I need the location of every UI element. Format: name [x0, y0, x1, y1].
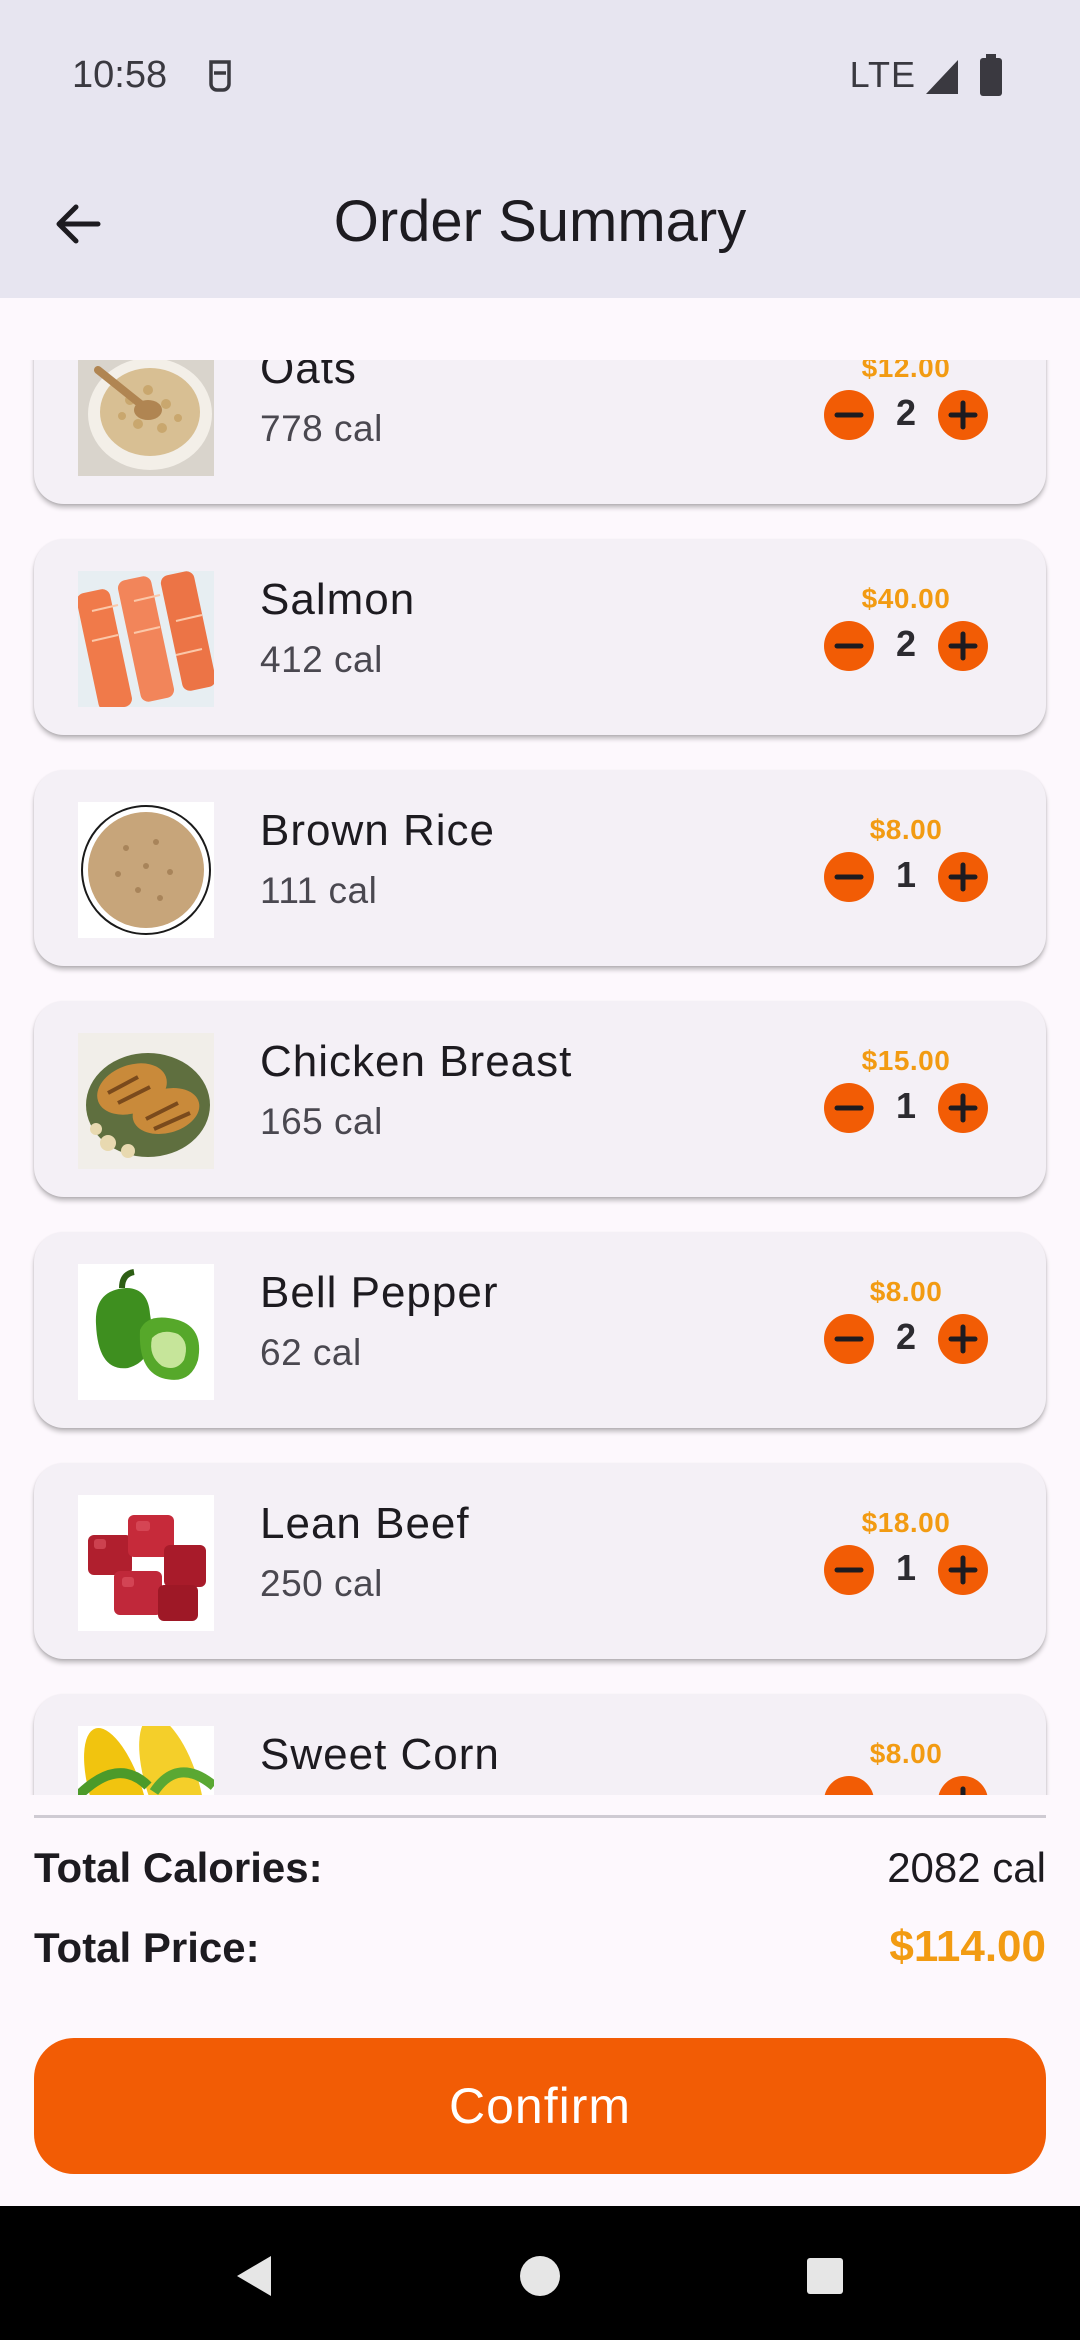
quantity-value: 1	[895, 1547, 917, 1588]
decrease-quantity-button[interactable]	[824, 1314, 874, 1364]
quantity-value: 2	[895, 623, 917, 664]
increase-quantity-button[interactable]	[938, 1776, 988, 1795]
quantity-stepper: 2	[824, 1314, 988, 1364]
divider	[34, 1815, 1046, 1818]
quantity-value: 2	[895, 1316, 917, 1357]
item-price: $18.00	[861, 1507, 951, 1538]
plus-icon	[948, 1555, 978, 1585]
increase-quantity-button[interactable]	[938, 1314, 988, 1364]
order-item-card: Bell Pepper 62 cal $8.00 2	[34, 1232, 1046, 1428]
decrease-quantity-button[interactable]	[824, 852, 874, 902]
minus-icon	[824, 1776, 874, 1795]
food-image	[78, 1726, 214, 1795]
status-time: 10:58	[72, 54, 168, 96]
minus-icon	[834, 874, 864, 880]
food-image	[78, 360, 214, 476]
system-nav-bar	[0, 2206, 1080, 2340]
network-type: LTE	[849, 54, 916, 95]
quantity-stepper	[824, 1776, 988, 1795]
food-image	[78, 1495, 214, 1631]
increase-quantity-button[interactable]	[938, 1083, 988, 1133]
item-name: Chicken Breast	[260, 1037, 573, 1086]
item-name: Salmon	[260, 575, 416, 624]
plus-icon	[948, 1324, 978, 1354]
item-name: Bell Pepper	[260, 1268, 499, 1317]
signal-icon	[926, 60, 958, 94]
quantity-stepper: 1	[824, 1083, 988, 1133]
status-bar: 10:58 LTE	[0, 0, 1080, 150]
quantity-stepper: 2	[824, 390, 988, 440]
order-item-card: Sweet Corn $8.00	[34, 1694, 1046, 1795]
order-item-card: Oats 778 cal $12.00 2	[34, 360, 1046, 504]
plus-icon	[948, 631, 978, 661]
food-image	[78, 1033, 214, 1169]
minus-icon	[834, 1105, 864, 1111]
battery-icon	[980, 54, 1002, 96]
page-title: Order Summary	[333, 189, 747, 254]
increase-quantity-button[interactable]	[938, 852, 988, 902]
quantity-value: 1	[895, 854, 917, 895]
minus-icon	[834, 1567, 864, 1573]
plus-icon	[948, 862, 978, 892]
order-item-card: Brown Rice 111 cal $8.00 1	[34, 770, 1046, 966]
item-price: $8.00	[869, 1738, 943, 1769]
quantity-stepper: 1	[824, 852, 988, 902]
decrease-quantity-button[interactable]	[824, 390, 874, 440]
nav-recents-icon[interactable]	[795, 2246, 855, 2306]
quantity-value: 2	[895, 392, 917, 433]
nav-home-icon[interactable]	[510, 2246, 570, 2306]
minus-icon	[834, 1336, 864, 1342]
food-image	[78, 1264, 214, 1400]
item-calories: 111 cal	[260, 870, 378, 911]
total-calories-value: 2082 cal	[887, 1844, 1046, 1891]
item-price: $15.00	[861, 1045, 951, 1076]
order-item-card: Salmon 412 cal $40.00 2	[34, 539, 1046, 735]
item-calories: 412 cal	[260, 639, 383, 680]
quantity-value: 1	[895, 1085, 917, 1126]
item-name: Brown Rice	[260, 806, 495, 855]
quantity-stepper: 1	[824, 1545, 988, 1595]
decrease-quantity-button[interactable]	[824, 1776, 874, 1795]
plus-icon	[948, 400, 978, 430]
item-calories: 250 cal	[260, 1563, 383, 1604]
total-calories-label: Total Calories:	[34, 1844, 323, 1891]
item-calories: 62 cal	[260, 1332, 362, 1373]
item-calories: 165 cal	[260, 1101, 383, 1142]
item-name: Oats	[260, 360, 357, 393]
minus-icon	[834, 412, 864, 418]
item-name: Lean Beef	[260, 1499, 470, 1548]
food-image	[78, 802, 214, 938]
plus-icon	[948, 1093, 978, 1123]
increase-quantity-button[interactable]	[938, 390, 988, 440]
order-item-card: Chicken Breast 165 cal $15.00 1	[34, 1001, 1046, 1197]
decrease-quantity-button[interactable]	[824, 1545, 874, 1595]
order-item-card: Lean Beef 250 cal $18.00 1	[34, 1463, 1046, 1659]
item-price: $8.00	[869, 814, 943, 845]
item-name: Sweet Corn	[260, 1730, 500, 1779]
nav-back-icon[interactable]	[225, 2246, 285, 2306]
decrease-quantity-button[interactable]	[824, 1083, 874, 1133]
food-image	[78, 571, 214, 707]
increase-quantity-button[interactable]	[938, 1545, 988, 1595]
sim-card-icon	[209, 60, 231, 92]
increase-quantity-button[interactable]	[938, 621, 988, 671]
confirm-button[interactable]: Confirm	[34, 2038, 1046, 2174]
item-calories: 778 cal	[260, 408, 383, 449]
total-price-value: $114.00	[889, 1922, 1046, 1971]
quantity-stepper: 2	[824, 621, 988, 671]
minus-icon	[834, 643, 864, 649]
total-price-label: Total Price:	[34, 1924, 260, 1971]
order-item-list[interactable]: Oats 778 cal $12.00 2 Salmon 412 cal $40.00 2 Br…	[0, 360, 1080, 1795]
item-price: $40.00	[861, 583, 951, 614]
item-price: $8.00	[869, 1276, 943, 1307]
plus-icon	[960, 1786, 966, 1795]
app-bar: Order Summary	[0, 150, 1080, 298]
decrease-quantity-button[interactable]	[824, 621, 874, 671]
item-price: $12.00	[861, 360, 951, 383]
